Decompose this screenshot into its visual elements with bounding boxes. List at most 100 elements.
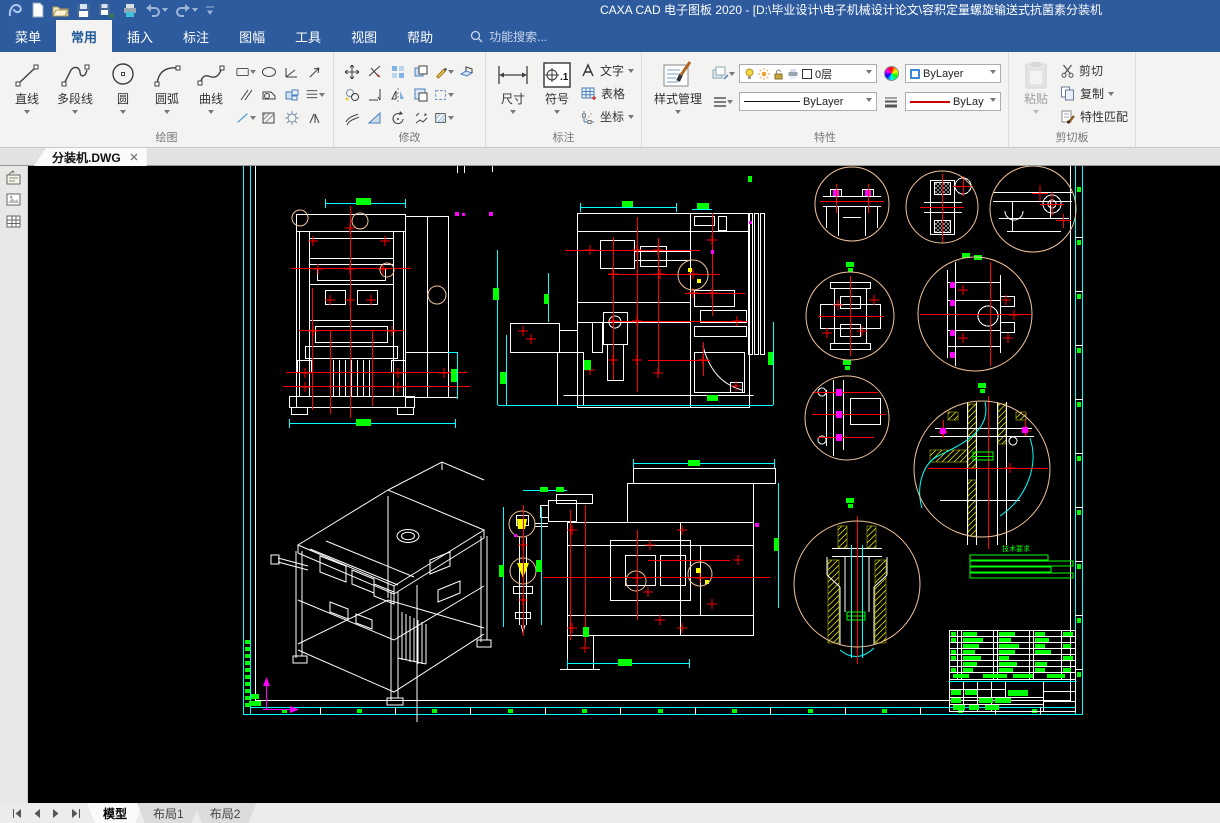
- extend-tool-icon[interactable]: [365, 84, 385, 106]
- trim-tool-icon[interactable]: [365, 61, 385, 83]
- chevron-down-icon[interactable]: [727, 99, 734, 107]
- redo-icon[interactable]: [175, 3, 191, 17]
- copy-button[interactable]: 复制: [1060, 83, 1128, 104]
- cut-button[interactable]: 剪切: [1060, 60, 1128, 81]
- sheet-tab-layout2[interactable]: 布局2: [194, 803, 257, 823]
- chevron-down-icon[interactable]: [162, 8, 168, 15]
- chevron-down-icon[interactable]: [728, 71, 735, 79]
- tab-insert[interactable]: 插入: [112, 20, 168, 52]
- match-properties-button[interactable]: 特性匹配: [1060, 106, 1128, 127]
- previous-sheet-icon[interactable]: [33, 808, 41, 818]
- chevron-down-icon[interactable]: [554, 110, 560, 117]
- chevron-down-icon[interactable]: [319, 93, 325, 100]
- linetype-tool-icon[interactable]: [711, 91, 735, 113]
- symbol-button[interactable]: .1 符号: [535, 55, 579, 117]
- next-sheet-icon[interactable]: [52, 808, 60, 818]
- chevron-down-icon[interactable]: [1108, 91, 1115, 99]
- gear-tool-icon[interactable]: [282, 107, 302, 129]
- chevron-down-icon[interactable]: [192, 8, 198, 15]
- polygon-tool-icon[interactable]: [259, 84, 279, 106]
- chevron-down-icon[interactable]: [866, 70, 873, 77]
- line-button[interactable]: 直线: [5, 55, 49, 117]
- arc-button[interactable]: 圆弧: [145, 55, 189, 117]
- chevron-down-icon[interactable]: [164, 110, 170, 117]
- text-button[interactable]: 文字: [581, 60, 635, 81]
- layer-tool-icon[interactable]: [711, 63, 735, 85]
- curve-button[interactable]: 曲线: [189, 55, 233, 117]
- tab-tools[interactable]: 工具: [280, 20, 336, 52]
- hatch-tool-icon[interactable]: [259, 107, 279, 129]
- break-tool-icon[interactable]: [434, 84, 454, 106]
- sheet-tab-layout1[interactable]: 布局1: [137, 803, 200, 823]
- style-manager-button[interactable]: 样式管理: [647, 55, 709, 117]
- angle-line-tool-icon[interactable]: [282, 61, 302, 83]
- function-search[interactable]: 功能搜索...: [470, 20, 547, 52]
- dimension-button[interactable]: 尺寸: [491, 55, 535, 117]
- chevron-down-icon[interactable]: [990, 70, 997, 77]
- paste-button[interactable]: 粘贴: [1014, 55, 1058, 117]
- save-icon[interactable]: [76, 3, 91, 18]
- offset-tool-icon[interactable]: [342, 107, 362, 129]
- chevron-down-icon[interactable]: [208, 110, 214, 117]
- circle-button[interactable]: 圆: [101, 55, 145, 117]
- chevron-down-icon[interactable]: [990, 98, 997, 105]
- chevron-down-icon[interactable]: [448, 93, 454, 100]
- linetype-select[interactable]: ByLayer: [739, 92, 878, 111]
- customize-toolbar-icon[interactable]: [205, 4, 215, 16]
- hatch-edit-tool-icon[interactable]: [434, 107, 454, 129]
- scale-tool-icon[interactable]: [365, 107, 385, 129]
- open-file-icon[interactable]: [52, 3, 69, 18]
- document-tab[interactable]: 分装机.DWG: [34, 148, 147, 166]
- drawing-area[interactable]: 技术要求: [28, 166, 1220, 803]
- chevron-down-icon[interactable]: [675, 110, 682, 117]
- chevron-down-icon[interactable]: [250, 70, 256, 77]
- print-icon[interactable]: [122, 3, 138, 18]
- chevron-down-icon[interactable]: [120, 110, 126, 117]
- pointer-arrow-tool-icon[interactable]: [305, 61, 325, 83]
- chevron-down-icon[interactable]: [628, 68, 635, 76]
- move-tool-icon[interactable]: [342, 61, 362, 83]
- color-wheel-icon[interactable]: [881, 63, 901, 85]
- ellipse-tool-icon[interactable]: [259, 61, 279, 83]
- chevron-down-icon[interactable]: [628, 114, 635, 122]
- layer-select[interactable]: 0层: [739, 64, 878, 83]
- array-tool-icon[interactable]: [388, 61, 408, 83]
- text-tool-icon[interactable]: [305, 107, 325, 129]
- save-as-icon[interactable]: [98, 3, 115, 18]
- stretch-tool-icon[interactable]: [411, 61, 431, 83]
- close-icon[interactable]: [130, 153, 138, 161]
- sheet-tab-model[interactable]: 模型: [87, 803, 143, 823]
- new-file-icon[interactable]: [30, 2, 45, 18]
- table-button[interactable]: 表格: [581, 83, 634, 104]
- chevron-down-icon[interactable]: [1033, 110, 1040, 117]
- parallel-line-tool-icon[interactable]: [236, 84, 256, 106]
- erase-tool-icon[interactable]: [434, 61, 454, 83]
- tab-help[interactable]: 帮助: [392, 20, 448, 52]
- lineweight-select[interactable]: ByLay: [905, 92, 1002, 111]
- chevron-down-icon[interactable]: [510, 110, 516, 117]
- side-toolbar-icon-b[interactable]: [5, 191, 23, 209]
- block-tool-icon[interactable]: [282, 84, 302, 106]
- chevron-down-icon[interactable]: [250, 116, 256, 123]
- side-toolbar-icon-a[interactable]: [5, 169, 23, 187]
- tab-sheet[interactable]: 图幅: [224, 20, 280, 52]
- undo-icon[interactable]: [145, 3, 161, 17]
- last-sheet-icon[interactable]: [71, 808, 81, 818]
- color-select[interactable]: ByLayer: [905, 64, 1002, 83]
- tab-view[interactable]: 视图: [336, 20, 392, 52]
- rotate-tool-icon[interactable]: [388, 107, 408, 129]
- mirror-tool-icon[interactable]: [388, 84, 408, 106]
- coordinate-button[interactable]: 坐标: [581, 106, 635, 127]
- side-toolbar-icon-c[interactable]: [5, 213, 23, 231]
- fillet-tool-icon[interactable]: [411, 84, 431, 106]
- copy-tool-icon[interactable]: [342, 84, 362, 106]
- chevron-down-icon[interactable]: [448, 70, 454, 77]
- rotate-3d-tool-icon[interactable]: [457, 61, 477, 83]
- polyline-button[interactable]: 多段线: [49, 55, 101, 117]
- axis-line-tool-icon[interactable]: [236, 107, 256, 129]
- rectangle-tool-icon[interactable]: [236, 61, 256, 83]
- lineweight-tool-icon[interactable]: [881, 91, 901, 113]
- tab-dimension[interactable]: 标注: [168, 20, 224, 52]
- explode-tool-icon[interactable]: [411, 107, 431, 129]
- chevron-down-icon[interactable]: [24, 110, 30, 117]
